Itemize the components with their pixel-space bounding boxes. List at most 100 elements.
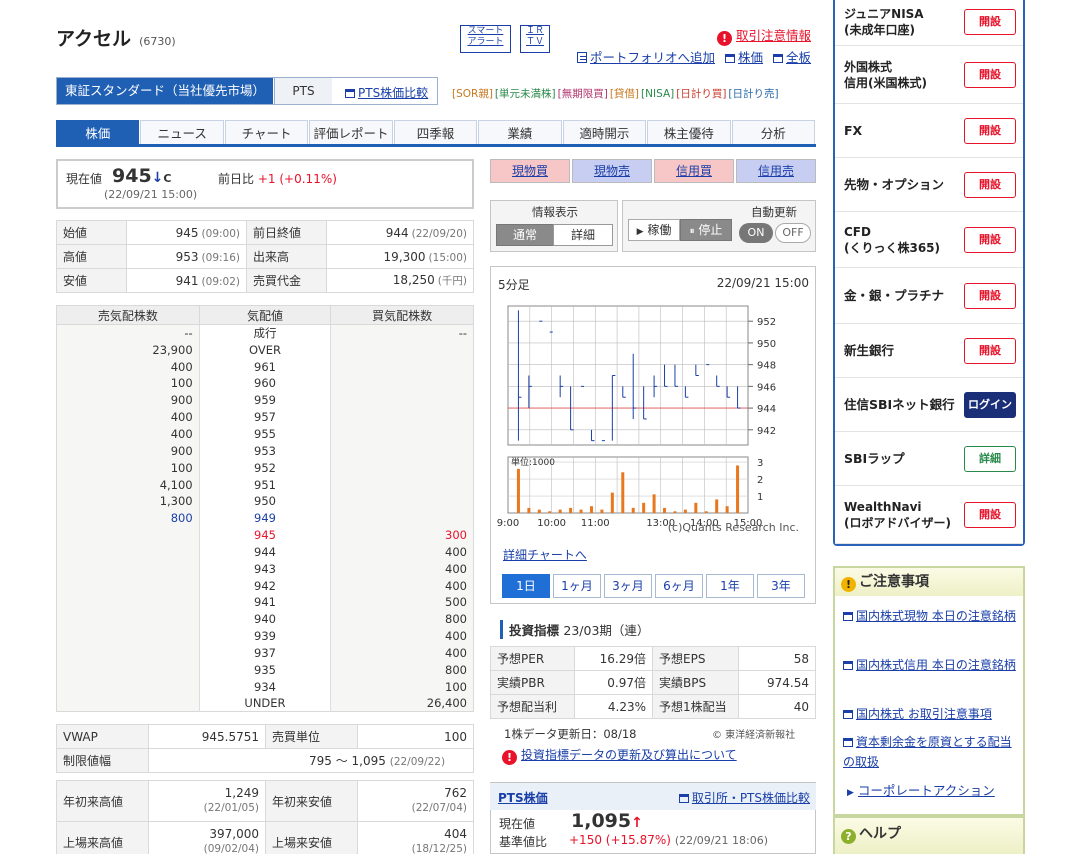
sidebar-open-button[interactable]: 開設 <box>964 338 1016 364</box>
nav-tab-3[interactable]: 評価レポート <box>309 120 393 144</box>
sidebar-open-button[interactable]: 開設 <box>964 118 1016 144</box>
book-sell-qty[interactable]: 23,900 <box>56 341 200 359</box>
book-sell-qty[interactable] <box>56 627 200 645</box>
book-price[interactable]: 940 <box>199 610 332 628</box>
book-sell-qty[interactable] <box>56 695 200 712</box>
book-sell-qty[interactable] <box>56 526 200 544</box>
book-buy-qty[interactable] <box>330 459 474 477</box>
stock-board-link[interactable]: 株価 <box>725 50 763 65</box>
autoupdate-on-toggle[interactable]: ON <box>739 223 773 243</box>
book-sell-qty[interactable] <box>56 560 200 578</box>
book-buy-qty[interactable]: 400 <box>330 627 474 645</box>
book-sell-qty[interactable]: 400 <box>56 425 200 443</box>
tab-pts[interactable]: PTS <box>274 78 332 104</box>
book-price[interactable]: 952 <box>199 459 332 477</box>
trade-button-3[interactable]: 信用売 <box>736 159 816 183</box>
notice-item-0[interactable]: 国内株式現物 本日の注意銘柄 <box>843 606 1019 626</box>
book-buy-qty[interactable] <box>330 442 474 460</box>
sidebar-open-button[interactable]: 開設 <box>964 227 1016 253</box>
book-sell-qty[interactable]: 900 <box>56 391 200 409</box>
notice-item-1[interactable]: 国内株式信用 本日の注意銘柄 <box>843 655 1019 675</box>
display-detail-button[interactable]: 詳細 <box>553 224 613 246</box>
caution-info-link[interactable]: ! 取引注意情報 <box>717 25 811 46</box>
pts-compare-link[interactable]: PTS株価比較 <box>345 84 428 101</box>
book-buy-qty[interactable] <box>330 476 474 493</box>
book-buy-qty[interactable]: -- <box>330 324 474 342</box>
book-price[interactable]: 939 <box>199 627 332 645</box>
sidebar-open-button[interactable]: 開設 <box>964 172 1016 198</box>
full-board-link[interactable]: 全板 <box>773 50 811 65</box>
book-buy-qty[interactable] <box>330 341 474 359</box>
period-button-1[interactable]: 1ヶ月 <box>553 574 601 598</box>
book-buy-qty[interactable] <box>330 375 474 392</box>
period-button-0[interactable]: 1日 <box>502 574 550 598</box>
book-sell-qty[interactable]: 4,100 <box>56 476 200 493</box>
book-price[interactable]: 成行 <box>199 324 332 342</box>
sidebar-open-button[interactable]: 開設 <box>964 283 1016 309</box>
book-sell-qty[interactable]: 1,300 <box>56 492 200 510</box>
book-price[interactable]: 937 <box>199 644 332 662</box>
book-sell-qty[interactable] <box>56 610 200 628</box>
book-price[interactable]: 961 <box>199 358 332 376</box>
book-price[interactable]: 951 <box>199 476 332 493</box>
sidebar-open-button[interactable]: 開設 <box>964 62 1016 88</box>
trade-button-2[interactable]: 信用買 <box>654 159 734 183</box>
book-price[interactable]: 949 <box>199 509 332 527</box>
sidebar-open-button[interactable]: 開設 <box>964 9 1016 35</box>
trade-button-1[interactable]: 現物売 <box>572 159 652 183</box>
book-sell-qty[interactable]: 400 <box>56 408 200 426</box>
book-buy-qty[interactable] <box>330 358 474 376</box>
book-buy-qty[interactable]: 800 <box>330 610 474 628</box>
book-price[interactable]: 950 <box>199 492 332 510</box>
book-sell-qty[interactable]: 100 <box>56 459 200 477</box>
sidebar-login-button[interactable]: ログイン <box>964 392 1016 418</box>
book-buy-qty[interactable] <box>330 492 474 510</box>
book-sell-qty[interactable] <box>56 543 200 561</box>
book-sell-qty[interactable] <box>56 644 200 662</box>
book-price[interactable]: 959 <box>199 391 332 409</box>
book-buy-qty[interactable]: 400 <box>330 644 474 662</box>
book-buy-qty[interactable] <box>330 509 474 527</box>
book-sell-qty[interactable] <box>56 661 200 679</box>
book-sell-qty[interactable]: 800 <box>56 509 200 527</box>
smart-alert-button[interactable]: スマート アラート <box>460 25 511 53</box>
detail-chart-link[interactable]: 詳細チャートへ <box>503 546 587 563</box>
book-price[interactable]: 943 <box>199 560 332 578</box>
sidebar-open-button[interactable]: 開設 <box>964 502 1016 528</box>
book-price[interactable]: 953 <box>199 442 332 460</box>
ir-tv-button[interactable]: ＩＲ ＴＶ <box>520 25 550 53</box>
book-price[interactable]: 957 <box>199 408 332 426</box>
period-button-4[interactable]: 1年 <box>706 574 754 598</box>
add-portfolio-link[interactable]: ポートフォリオへ追加 <box>577 50 715 65</box>
book-price[interactable]: 942 <box>199 577 332 594</box>
book-price[interactable]: 934 <box>199 678 332 696</box>
notice-item-3[interactable]: 資本剰余金を原資とする配当の取扱 <box>843 732 1019 772</box>
autoupdate-off-toggle[interactable]: OFF <box>775 223 811 243</box>
book-buy-qty[interactable] <box>330 391 474 409</box>
indicators-about-link[interactable]: ! 投資指標データの更新及び算出について <box>502 746 737 765</box>
book-price[interactable]: 960 <box>199 375 332 392</box>
pts-price-link[interactable]: PTS株価 <box>498 789 548 806</box>
tab-tse-standard[interactable]: 東証スタンダード（当社優先市場） <box>57 78 273 104</box>
stop-button[interactable]: ⏸ 停止 <box>680 219 732 241</box>
book-sell-qty[interactable]: 900 <box>56 442 200 460</box>
nav-tab-8[interactable]: 分析 <box>731 120 815 144</box>
notice-item-2[interactable]: 国内株式 お取引注意事項 <box>843 704 1019 724</box>
nav-tab-2[interactable]: チャート <box>224 120 309 144</box>
book-price[interactable]: 941 <box>199 594 332 611</box>
book-sell-qty[interactable] <box>56 678 200 696</box>
book-price[interactable]: 935 <box>199 661 332 679</box>
period-button-3[interactable]: 6ヶ月 <box>655 574 703 598</box>
book-buy-qty[interactable]: 400 <box>330 543 474 561</box>
nav-tab-1[interactable]: ニュース <box>140 120 224 144</box>
book-buy-qty[interactable]: 800 <box>330 661 474 679</box>
book-buy-qty[interactable]: 400 <box>330 560 474 578</box>
book-buy-qty[interactable] <box>330 408 474 426</box>
book-sell-qty[interactable]: 400 <box>56 358 200 376</box>
sidebar-detail-button[interactable]: 詳細 <box>964 446 1016 472</box>
nav-tab-0[interactable]: 株価 <box>56 120 140 144</box>
run-button[interactable]: ▶ 稼働 <box>628 219 680 241</box>
book-buy-qty[interactable]: 400 <box>330 577 474 594</box>
book-price[interactable]: 945 <box>199 526 332 544</box>
nav-tab-4[interactable]: 四季報 <box>393 120 478 144</box>
